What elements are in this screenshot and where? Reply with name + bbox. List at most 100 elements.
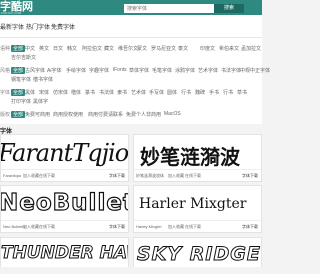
filter-tag[interactable]: 中规中正字体 xyxy=(240,67,270,74)
font-card[interactable]: 妙笔涟漪波 妙笔涟漪波浪体 加入收藏 在线下载 字体下载 xyxy=(133,134,262,182)
font-preview[interactable]: 妙笔涟漪波 xyxy=(134,135,261,171)
filter-tag[interactable]: 免费可商用 xyxy=(25,111,50,118)
filter-tag[interactable]: 艺术体 xyxy=(131,89,146,96)
filter-tag-active[interactable]: 全部 xyxy=(11,45,26,52)
filter-tag[interactable]: 毛笔字体 xyxy=(152,67,172,74)
filter-tag[interactable]: 日文 xyxy=(53,45,63,52)
filter-tag-active[interactable]: 全部 xyxy=(11,89,26,96)
font-name[interactable]: Farantiqia xyxy=(3,170,21,181)
filter-tag[interactable]: 圆体 xyxy=(167,89,177,96)
filter-tag[interactable]: 草书 xyxy=(237,89,247,96)
filter-tag[interactable]: 仿宋体 xyxy=(53,89,68,96)
online-download-link[interactable]: 在线下载 xyxy=(185,221,201,232)
filter-tag[interactable]: 古风字体 xyxy=(25,67,45,74)
sub-navigation: 最新字体 热门字体 免费字体 xyxy=(0,15,262,38)
font-preview-text: THUNDER HAWK SH xyxy=(1,243,128,264)
filter-tag[interactable]: 黑体 xyxy=(25,89,35,96)
filter-tag[interactable]: MacOS xyxy=(164,111,181,117)
download-button[interactable]: 字体下载 xyxy=(242,170,258,181)
font-name[interactable]: Harley Mixgter xyxy=(136,221,162,232)
font-name[interactable]: Neo Bulletin xyxy=(3,221,25,232)
font-card[interactable]: Harler Mixgter Harley Mixgter 加入收藏 在线下载 … xyxy=(133,185,262,233)
filter-tag[interactable]: 行书 xyxy=(181,89,191,96)
filter-tag[interactable]: 手书 xyxy=(209,89,219,96)
font-card-meta: 妙笔涟漪波浪体 加入收藏 在线下载 字体下载 xyxy=(134,169,261,181)
font-preview[interactable]: THUNDER HAWK SH xyxy=(1,238,128,274)
filter-category-label: 版权 xyxy=(0,112,11,118)
font-preview[interactable]: Harler Mixgter xyxy=(134,186,261,222)
filter-category-label: 语种 xyxy=(0,46,11,52)
filter-tag[interactable]: 韩文 xyxy=(67,45,77,52)
nav-popular-fonts[interactable]: 热门字体 xyxy=(26,22,50,31)
filter-tag[interactable]: 宋体 xyxy=(39,89,49,96)
font-card[interactable]: THUNDER HAWK SH xyxy=(0,237,129,267)
filter-tag[interactable]: 涂鸦字体 xyxy=(175,67,195,74)
filter-tag[interactable]: 维吾尔文 xyxy=(118,45,138,52)
filter-tag[interactable]: 书法体 xyxy=(99,89,114,96)
font-preview-text: SKY RIDGE xyxy=(137,243,261,266)
filter-category-label: 字体 xyxy=(0,90,11,96)
filter-tag[interactable]: 藏文 xyxy=(104,45,114,52)
online-download-link[interactable]: 在线下载 xyxy=(39,221,55,232)
filter-tag[interactable]: 泰文 xyxy=(178,45,188,52)
filter-tag[interactable]: 印度文 xyxy=(200,45,215,52)
search-input[interactable] xyxy=(124,4,214,13)
filter-tag[interactable]: 艺术字体 xyxy=(198,67,218,74)
nav-free-fonts[interactable]: 免费字体 xyxy=(51,22,75,31)
add-favorite-link[interactable]: 加入收藏 xyxy=(168,170,184,181)
font-card[interactable]: NeoBulletin Neo Bulletin 加入收藏 在线下载 字体下载 xyxy=(0,185,129,233)
font-card-meta: Neo Bulletin 加入收藏 在线下载 字体下载 xyxy=(1,220,128,232)
filter-tag[interactable]: 希伯来文 xyxy=(219,45,239,52)
filter-category-label: 风格 xyxy=(0,68,11,74)
add-favorite-link[interactable]: 加入收藏 xyxy=(168,221,184,232)
filter-tag[interactable]: 英文 xyxy=(39,45,49,52)
filter-tag[interactable]: 书法字体 xyxy=(221,67,241,74)
filter-tag[interactable]: 免费个人非商用 xyxy=(126,111,161,118)
filter-tag[interactable]: 中文 xyxy=(25,45,35,52)
nav-latest-fonts[interactable]: 最新字体 xyxy=(0,22,24,31)
download-button[interactable]: 字体下载 xyxy=(109,221,125,232)
filter-tag[interactable]: 楷体 xyxy=(71,89,81,96)
filter-tag[interactable]: 孟加拉文 xyxy=(241,45,261,52)
filter-tag[interactable]: 魏碑 xyxy=(195,89,205,96)
font-card[interactable]: FarantTqjio Farantiqia 加入收藏 在线下载 字体下载 xyxy=(0,134,129,182)
filter-tag[interactable]: 隶书 xyxy=(117,89,127,96)
filter-tag[interactable]: 打印字体 xyxy=(11,98,31,105)
filter-panel: 语种 全部 中文 英文 日文 韩文 阿拉伯文 藏文 维吾尔文 蒙文 罗马尼亚文 … xyxy=(0,38,270,124)
font-card[interactable]: SKY RIDGE xyxy=(133,237,262,267)
font-preview[interactable]: NeoBulletin xyxy=(1,186,128,222)
font-preview-text: NeoBulletin xyxy=(1,189,128,216)
filter-tag[interactable]: 钢笔字体 xyxy=(11,76,31,83)
filter-tag[interactable]: 行书 xyxy=(223,89,233,96)
filter-tag[interactable]: 吉尔吉斯文 xyxy=(11,54,36,61)
online-download-link[interactable]: 在线下载 xyxy=(39,170,55,181)
filter-tag[interactable]: 商用授权使用 xyxy=(53,111,83,118)
font-preview[interactable]: FarantTqjio xyxy=(1,135,128,171)
filter-tag[interactable]: 字趣字体 xyxy=(89,67,109,74)
filter-tag[interactable]: Ai字体 xyxy=(47,67,61,74)
font-preview[interactable]: SKY RIDGE xyxy=(134,238,261,274)
font-card-meta: Harley Mixgter 加入收藏 在线下载 字体下载 xyxy=(134,220,261,232)
filter-tag[interactable]: 黑体字 xyxy=(33,98,48,105)
download-button[interactable]: 字体下载 xyxy=(242,221,258,232)
filter-tag[interactable]: 阿拉伯文 xyxy=(82,45,102,52)
font-preview-text: Harler Mixgter xyxy=(139,196,247,212)
search-button[interactable]: 搜索 xyxy=(214,4,244,13)
filter-tag[interactable]: 篆书 xyxy=(85,89,95,96)
filter-tag[interactable]: 商用付费请联系 xyxy=(88,111,123,118)
filter-tag[interactable]: 手写体 xyxy=(149,89,164,96)
filter-tag-active[interactable]: 全部 xyxy=(11,111,26,118)
font-name[interactable]: 妙笔涟漪波浪体 xyxy=(136,170,164,181)
filter-tag[interactable]: 楷书字体 xyxy=(33,76,53,83)
filter-tag[interactable]: 蒙文 xyxy=(137,45,147,52)
filter-tag[interactable]: 罗马尼亚文 xyxy=(151,45,176,52)
add-favorite-link[interactable]: 加入收藏 xyxy=(23,221,39,232)
filter-tag-active[interactable]: 全部 xyxy=(11,67,26,74)
filter-tag[interactable]: 草体字体 xyxy=(129,67,149,74)
font-card-meta: Farantiqia 加入收藏 在线下载 字体下载 xyxy=(1,169,128,181)
add-favorite-link[interactable]: 加入收藏 xyxy=(23,170,39,181)
filter-tag[interactable]: 手绘字体 xyxy=(66,67,86,74)
filter-tag[interactable]: iFonts xyxy=(113,67,127,73)
download-button[interactable]: 字体下载 xyxy=(109,170,125,181)
online-download-link[interactable]: 在线下载 xyxy=(185,170,201,181)
